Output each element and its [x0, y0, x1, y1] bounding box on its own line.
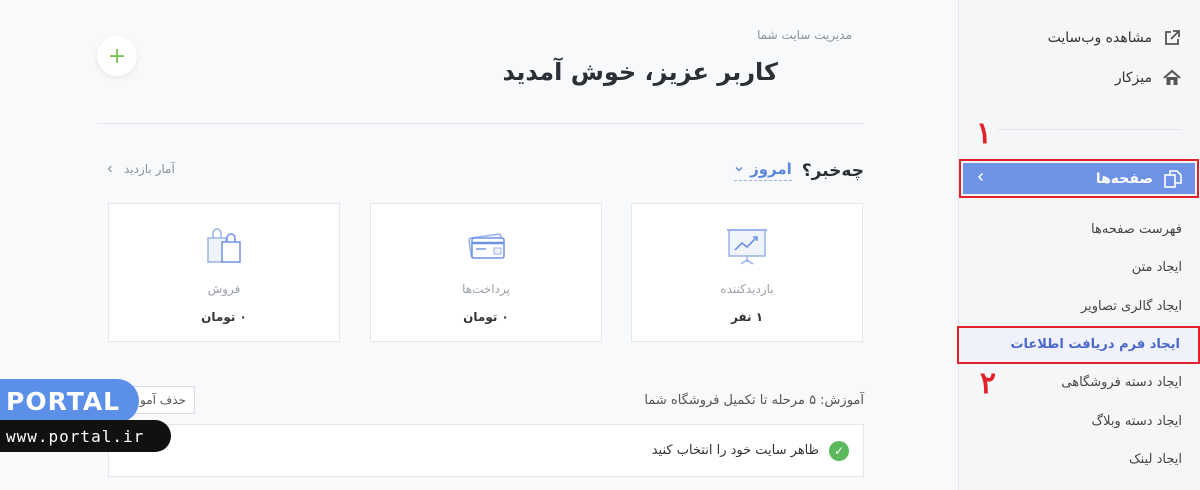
tutorial-title: آموزش: ۵ مرحله تا تکمیل فروشگاه شما [644, 393, 864, 408]
sidebar: مشاهده وب‌سایت میزکار ۱ صفحه‌ها فهرست صف… [957, 0, 1200, 490]
page-title: کاربر عزیز، خوش آمدید [502, 58, 778, 86]
visit-stats-label: آمار بازدید [124, 162, 175, 176]
check-circle-icon: ✓ [829, 440, 849, 461]
chevron-left-icon [107, 165, 112, 173]
main-content: + مدیریت سایت شما کاربر عزیز، خوش آمدید … [0, 0, 958, 490]
visitors-card: بازدیدکننده ۱ نفر [631, 203, 863, 342]
sidebar-item-view-site[interactable]: مشاهده وب‌سایت [1048, 28, 1182, 48]
sidebar-item-pages[interactable]: صفحه‌ها [959, 159, 1199, 198]
tutorial-task-item[interactable]: ✓ ظاهر سایت خود را انتخاب کنید [108, 424, 864, 477]
copy-pages-icon [1163, 169, 1183, 189]
shopping-bags-icon [207, 228, 241, 263]
sidebar-divider [998, 129, 1182, 130]
submenu-item-label: فهرست صفحه‌ها [1091, 221, 1182, 237]
submenu-item-label: ایجاد دسته فروشگاهی [1061, 375, 1182, 391]
delete-tutorial-label: حذف آمو [140, 393, 186, 407]
whats-new-title: چه‌خبر؟ [801, 160, 864, 181]
visit-stats-link[interactable]: آمار بازدید [106, 162, 175, 176]
annotation-marker-1: ۱ [975, 116, 992, 151]
credit-card-icon [468, 233, 505, 259]
external-link-icon [1162, 28, 1182, 48]
home-icon [1162, 68, 1182, 88]
chevron-down-icon [735, 167, 743, 172]
card-label: فروش [207, 282, 241, 296]
page-subtitle: مدیریت سایت شما [757, 28, 852, 42]
pages-submenu: فهرست صفحه‌ها ایجاد متن ایجاد گالری تصاو… [957, 210, 1200, 480]
submenu-item-create-blog-category[interactable]: ایجاد دسته وبلاگ [958, 402, 1200, 441]
sidebar-item-label: میزکار [1114, 70, 1152, 86]
sidebar-item-dashboard[interactable]: میزکار [1115, 68, 1182, 88]
payments-card: پرداخت‌ها ۰ تومان [370, 203, 602, 342]
submenu-item-label: ایجاد دسته وبلاگ [1091, 413, 1183, 429]
plus-icon: + [107, 43, 127, 69]
submenu-item-create-link[interactable]: ایجاد لینک [958, 441, 1200, 480]
submenu-item-label: ایجاد متن [1131, 260, 1182, 276]
submenu-item-create-gallery[interactable]: ایجاد گالری تصاویر [958, 287, 1200, 326]
add-button[interactable]: + [97, 36, 137, 76]
submenu-item-create-text[interactable]: ایجاد متن [958, 249, 1200, 288]
card-value: ۰ تومان [463, 310, 509, 324]
presentation-chart-icon [727, 229, 767, 265]
sales-card: فروش ۰ تومان [108, 203, 340, 342]
chevron-left-icon [977, 171, 985, 187]
card-value: ۰ تومان [201, 310, 247, 324]
period-label: امروز [750, 160, 792, 178]
submenu-item-label: ایجاد گالری تصاویر [1080, 298, 1182, 314]
sidebar-item-label: صفحه‌ها [1095, 170, 1153, 187]
card-label: بازدیدکننده [720, 282, 774, 296]
submenu-item-page-list[interactable]: فهرست صفحه‌ها [958, 210, 1200, 249]
card-value: ۱ نفر [730, 310, 764, 324]
sidebar-item-label: مشاهده وب‌سایت [1047, 30, 1152, 46]
watermark-url: www.portal.ir [0, 420, 171, 452]
task-label: ظاهر سایت خود را انتخاب کنید [651, 443, 819, 458]
header-divider [97, 123, 864, 124]
card-label: پرداخت‌ها [462, 282, 510, 296]
period-dropdown[interactable]: امروز [734, 160, 792, 181]
watermark-brand: PORTAL [0, 379, 139, 423]
whats-new-header: چه‌خبر؟ امروز [734, 160, 864, 181]
submenu-item-label: ایجاد لینک [1129, 452, 1182, 468]
submenu-item-create-form[interactable]: ایجاد فرم دریافت اطلاعات [957, 325, 1200, 364]
submenu-item-label: ایجاد فرم دریافت اطلاعات [1010, 337, 1180, 352]
annotation-marker-2: ۲ [979, 366, 996, 401]
